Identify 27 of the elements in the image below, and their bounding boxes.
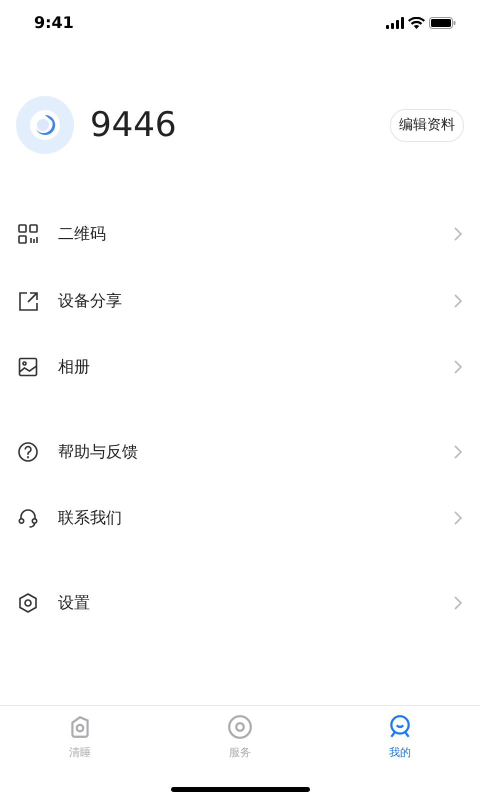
signal-icon xyxy=(386,17,404,29)
avatar xyxy=(16,96,74,154)
tab-item[interactable]: 我的 xyxy=(320,706,480,764)
menu-item[interactable]: 设置 xyxy=(0,570,480,636)
menu-item[interactable]: 二维码 xyxy=(0,201,480,268)
settings-icon xyxy=(18,592,38,613)
wifi-icon xyxy=(408,17,425,29)
menu-item[interactable]: 相册 xyxy=(0,334,480,400)
menu-item[interactable]: 联系我们 xyxy=(0,485,480,552)
user-name: 9446 xyxy=(90,104,177,146)
chevron-icon xyxy=(454,360,462,374)
chevron-icon xyxy=(454,227,462,242)
status-time: 9:41 xyxy=(34,12,74,34)
qr-code-icon xyxy=(18,224,38,244)
menu-item[interactable]: 设备分享 xyxy=(0,268,480,334)
chevron-icon xyxy=(454,511,462,526)
menu-item[interactable]: 帮助与反馈 xyxy=(0,418,480,485)
disc-icon xyxy=(227,714,253,740)
help-icon xyxy=(18,442,38,462)
headset-icon xyxy=(18,508,38,528)
edit-profile-button[interactable]: 编辑资料 xyxy=(390,108,464,142)
chevron-icon xyxy=(454,294,462,308)
battery-icon xyxy=(429,17,456,29)
image-icon xyxy=(18,357,38,378)
chevron-icon xyxy=(454,444,462,459)
share-icon xyxy=(18,290,38,311)
chevron-icon xyxy=(454,596,462,610)
